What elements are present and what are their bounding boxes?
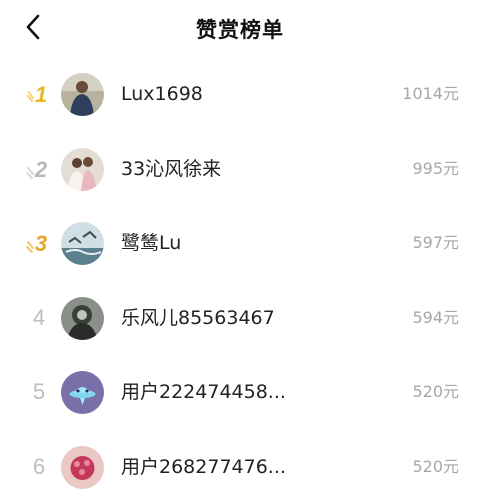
svg-text:3: 3: [35, 231, 47, 256]
avatar[interactable]: [61, 222, 104, 265]
avatar[interactable]: [61, 446, 104, 489]
rank-medal-bronze: 3: [22, 206, 56, 281]
avatar[interactable]: [61, 148, 104, 191]
reward-amount: 520元: [412, 355, 459, 430]
user-name: 乐风儿85563467: [121, 281, 275, 356]
list-item[interactable]: 3 鹭鸶Lu 597元: [0, 206, 480, 281]
avatar[interactable]: [61, 371, 104, 414]
reward-amount: 597元: [412, 206, 459, 281]
user-name: 用户268277476...: [121, 430, 286, 504]
rank-number: 5: [22, 355, 56, 430]
bronze-medal-icon: 3: [24, 228, 54, 258]
user-name: 用户222474458...: [121, 355, 286, 430]
user-name: Lux1698: [121, 57, 203, 132]
reward-amount: 594元: [412, 281, 459, 356]
user-name: 33沁风徐来: [121, 132, 221, 207]
rank-medal-silver: 2: [22, 132, 56, 207]
list-item[interactable]: 4 乐风儿85563467 594元: [0, 281, 480, 356]
reward-ranking-list: 1 Lux1698 1014元 2: [0, 57, 480, 504]
gold-medal-icon: 1: [24, 79, 54, 109]
reward-amount: 1014元: [402, 57, 459, 132]
page-title: 赞赏榜单: [0, 14, 480, 44]
avatar[interactable]: [61, 73, 104, 116]
rank-number: 6: [22, 430, 56, 504]
rank-medal-gold: 1: [22, 57, 56, 132]
svg-text:2: 2: [34, 157, 48, 182]
rank-number: 4: [22, 281, 56, 356]
user-name: 鹭鸶Lu: [121, 206, 181, 281]
header: 赞赏榜单: [0, 0, 480, 56]
list-item[interactable]: 2 33沁风徐来 995元: [0, 132, 480, 207]
reward-amount: 520元: [412, 430, 459, 504]
avatar[interactable]: [61, 297, 104, 340]
silver-medal-icon: 2: [24, 154, 54, 184]
svg-text:1: 1: [35, 82, 47, 107]
list-item[interactable]: 1 Lux1698 1014元: [0, 57, 480, 132]
reward-amount: 995元: [412, 132, 459, 207]
list-item[interactable]: 5 用户222474458... 520元: [0, 355, 480, 430]
list-item[interactable]: 6 用户268277476... 520元: [0, 430, 480, 504]
